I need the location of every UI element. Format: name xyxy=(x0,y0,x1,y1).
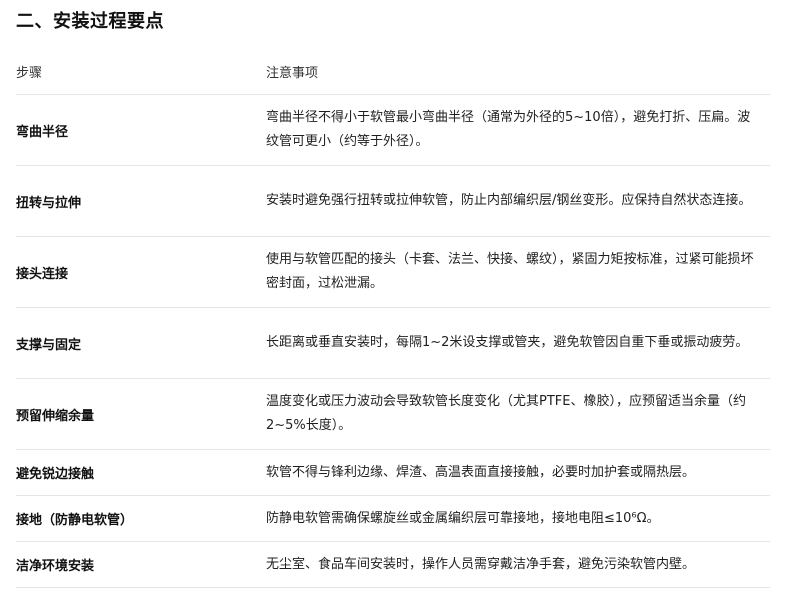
header-step: 步骤 xyxy=(16,65,43,81)
table-row: 弯曲半径 弯曲半径不得小于软管最小弯曲半径（通常为外径的5~10倍），避免打折、… xyxy=(16,95,770,166)
table-row: 洁净环境安装 无尘室、食品车间安装时，操作人员需穿戴洁净手套，避免污染软管内壁。 xyxy=(16,542,770,588)
row-notes: 软管不得与锋利边缘、焊渣、高温表面直接接触，必要时加护套或隔热层。 xyxy=(266,464,696,480)
row-notes: 安装时避免强行扭转或拉伸软管，防止内部编织层/钢丝变形。应保持自然状态连接。 xyxy=(266,193,752,208)
row-notes: 使用与软管匹配的接头（卡套、法兰、快接、螺纹），紧固力矩按标准，过紧可能损坏密封… xyxy=(266,252,754,291)
header-notes: 注意事项 xyxy=(266,65,319,81)
row-step: 支撑与固定 xyxy=(16,337,82,353)
installation-table: 步骤 注意事项 弯曲半径 弯曲半径不得小于软管最小弯曲半径（通常为外径的5~10… xyxy=(16,48,770,588)
document-page: 二、安装过程要点 步骤 注意事项 弯曲半径 弯曲半径不得小于软管最小弯曲半径（通… xyxy=(0,0,791,597)
row-step: 接地（防静电软管） xyxy=(16,513,134,528)
row-step: 接头连接 xyxy=(16,266,69,282)
table-row: 避免锐边接触 软管不得与锋利边缘、焊渣、高温表面直接接触，必要时加护套或隔热层。 xyxy=(16,450,770,496)
table-header: 步骤 注意事项 xyxy=(16,48,770,95)
table-row: 接头连接 使用与软管匹配的接头（卡套、法兰、快接、螺纹），紧固力矩按标准，过紧可… xyxy=(16,237,770,308)
row-notes: 防静电软管需确保螺旋丝或金属编织层可靠接地，接地电阻≤10⁶Ω。 xyxy=(266,510,660,526)
row-step: 预留伸缩余量 xyxy=(16,408,95,424)
table-row: 支撑与固定 长距离或垂直安装时，每隔1~2米设支撑或管夹，避免软管因自重下垂或振… xyxy=(16,308,770,379)
row-notes: 弯曲半径不得小于软管最小弯曲半径（通常为外径的5~10倍），避免打折、压扁。波纹… xyxy=(266,110,751,149)
row-step: 扭转与拉伸 xyxy=(16,195,82,211)
section-title: 二、安装过程要点 xyxy=(16,11,164,32)
row-notes: 无尘室、食品车间安装时，操作人员需穿戴洁净手套，避免污染软管内壁。 xyxy=(266,556,696,572)
row-step: 弯曲半径 xyxy=(16,124,69,140)
row-step: 洁净环境安装 xyxy=(16,559,95,574)
table-row: 预留伸缩余量 温度变化或压力波动会导致软管长度变化（尤其PTFE、橡胶），应预留… xyxy=(16,379,770,450)
table-row: 接地（防静电软管） 防静电软管需确保螺旋丝或金属编织层可靠接地，接地电阻≤10⁶… xyxy=(16,496,770,542)
row-notes: 长距离或垂直安装时，每隔1~2米设支撑或管夹，避免软管因自重下垂或振动疲劳。 xyxy=(266,335,749,350)
table-row: 扭转与拉伸 安装时避免强行扭转或拉伸软管，防止内部编织层/钢丝变形。应保持自然状… xyxy=(16,166,770,237)
row-notes: 温度变化或压力波动会导致软管长度变化（尤其PTFE、橡胶），应预留适当余量（约2… xyxy=(266,394,746,433)
row-step: 避免锐边接触 xyxy=(16,467,95,482)
